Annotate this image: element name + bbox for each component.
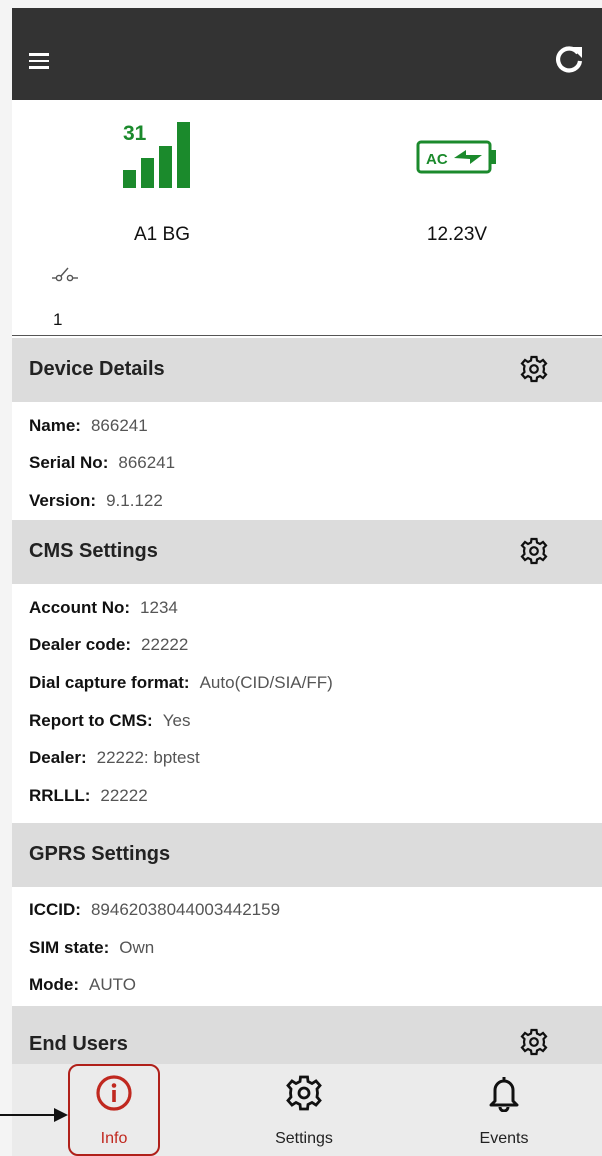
gprs-settings-header: GPRS Settings	[12, 823, 602, 887]
section-title: End Users	[29, 1033, 128, 1055]
mode-row: Mode: AUTO	[29, 975, 136, 994]
nav-info-label: Info	[100, 1130, 128, 1147]
dealer-code-row: Dealer code: 22222	[29, 635, 189, 654]
app-screen: 31 A1 BG AC 12.23V 1 Device Details Name…	[12, 8, 602, 1156]
nav-settings[interactable]: Settings	[244, 1064, 364, 1156]
divider	[12, 335, 602, 336]
report-to-cms-row: Report to CMS: Yes	[29, 711, 191, 730]
version-row: Version: 9.1.122	[29, 491, 163, 510]
rrlll-row: RRLLL: 22222	[29, 786, 148, 805]
nav-info[interactable]: Info	[54, 1064, 174, 1156]
sim-state-row: SIM state: Own	[29, 938, 155, 957]
serial-row: Serial No: 866241	[29, 453, 176, 472]
name-row: Name: 866241	[29, 416, 148, 435]
section-title: CMS Settings	[29, 540, 158, 562]
gear-icon[interactable]	[520, 1028, 548, 1056]
nav-events[interactable]: Events	[444, 1064, 564, 1156]
end-users-header: End Users	[12, 1006, 602, 1070]
section-title: Device Details	[29, 358, 165, 380]
refresh-icon[interactable]	[554, 44, 584, 74]
ac-label: AC	[426, 151, 448, 168]
menu-icon[interactable]	[29, 53, 49, 69]
app-bar	[12, 8, 602, 100]
operator-name: A1 BG	[134, 224, 190, 245]
iccid-row: ICCID: 89462038044003442159	[29, 900, 281, 919]
section-title: GPRS Settings	[29, 843, 171, 865]
switch-open-icon	[52, 267, 78, 282]
device-status-panel: 31 A1 BG AC 12.23V 1	[12, 100, 602, 336]
nav-events-label: Events	[479, 1130, 529, 1147]
bell-icon	[489, 1077, 519, 1112]
ac-power-battery-icon: AC	[416, 140, 496, 174]
cms-settings-header: CMS Settings	[12, 520, 602, 584]
dial-capture-format-row: Dial capture format: Auto(CID/SIA/FF)	[29, 673, 333, 692]
device-details-header: Device Details	[12, 338, 602, 402]
info-icon	[96, 1075, 132, 1111]
voltage-value: 12.23V	[426, 224, 488, 245]
switch-count: 1	[53, 310, 63, 329]
signal-bars-icon	[123, 122, 190, 188]
dealer-row: Dealer: 22222: bptest	[29, 748, 200, 767]
nav-settings-label: Settings	[275, 1130, 333, 1147]
account-no-row: Account No: 1234	[29, 598, 178, 617]
gear-icon[interactable]	[520, 537, 548, 565]
annotation-arrow	[0, 1108, 68, 1122]
gear-icon[interactable]	[520, 355, 548, 383]
bottom-navigation: Info Settings Events	[12, 1064, 602, 1156]
gear-icon	[286, 1075, 322, 1111]
